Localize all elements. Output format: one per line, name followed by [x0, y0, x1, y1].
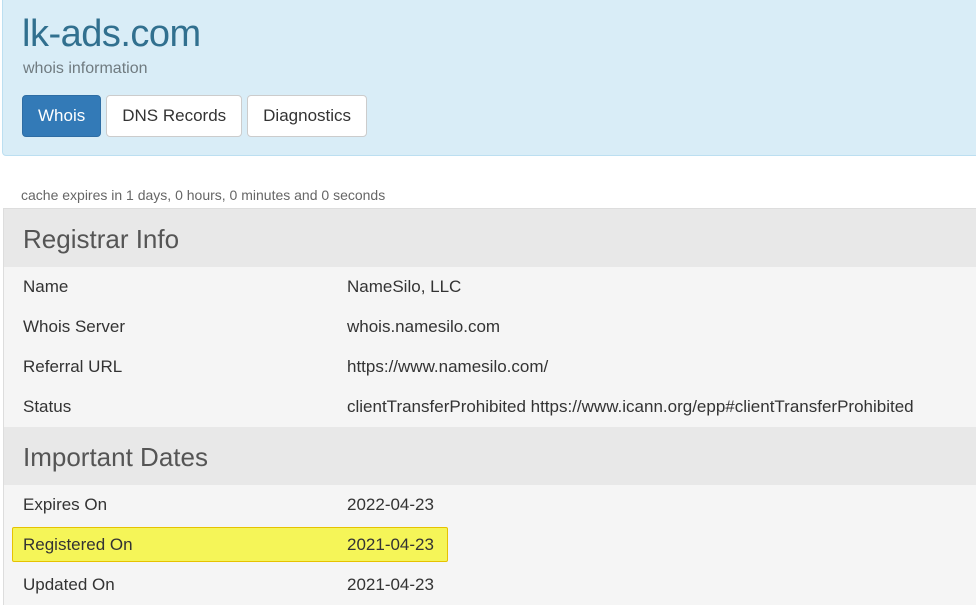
- table-row: Status clientTransferProhibited https://…: [3, 387, 976, 427]
- table-row-highlighted: Registered On 2021-04-23: [3, 525, 976, 565]
- row-label: Referral URL: [23, 357, 123, 376]
- row-value: clientTransferProhibited https://www.ica…: [347, 397, 914, 416]
- table-row: Referral URL https://www.namesilo.com/: [3, 347, 976, 387]
- whois-table: Registrar Info Name NameSilo, LLC Whois …: [3, 208, 976, 605]
- row-value: NameSilo, LLC: [347, 277, 462, 296]
- row-value: 2021-04-23: [347, 575, 434, 594]
- row-label: Name: [23, 277, 69, 296]
- row-value: https://www.namesilo.com/: [347, 357, 549, 376]
- row-label: Whois Server: [23, 317, 126, 336]
- tab-dns-records[interactable]: DNS Records: [106, 95, 243, 137]
- page-subtitle: whois information: [23, 60, 148, 77]
- tab-whois[interactable]: Whois: [22, 95, 102, 137]
- cache-expiry-note: cache expires in 1 days, 0 hours, 0 minu…: [21, 187, 386, 203]
- row-label: Status: [23, 397, 72, 416]
- table-row: Whois Server whois.namesilo.com: [3, 307, 976, 347]
- row-value: 2021-04-23: [347, 535, 434, 554]
- table-row: Expires On 2022-04-23: [3, 485, 976, 525]
- row-label: Registered On: [23, 535, 133, 554]
- page-title: lk-ads.com: [22, 13, 201, 55]
- tab-diagnostics[interactable]: Diagnostics: [247, 95, 368, 137]
- row-label: Expires On: [23, 495, 108, 514]
- table-row: Name NameSilo, LLC: [3, 267, 976, 307]
- section-heading-registrar-info: Registrar Info: [3, 209, 976, 267]
- row-label: Updated On: [23, 575, 115, 594]
- section-heading-important-dates: Important Dates: [3, 427, 976, 485]
- tab-bar: Whois DNS Records Diagnostics: [22, 95, 368, 137]
- row-value: 2022-04-23: [347, 495, 434, 514]
- row-value: whois.namesilo.com: [347, 317, 501, 336]
- table-row: Updated On 2021-04-23: [3, 565, 976, 605]
